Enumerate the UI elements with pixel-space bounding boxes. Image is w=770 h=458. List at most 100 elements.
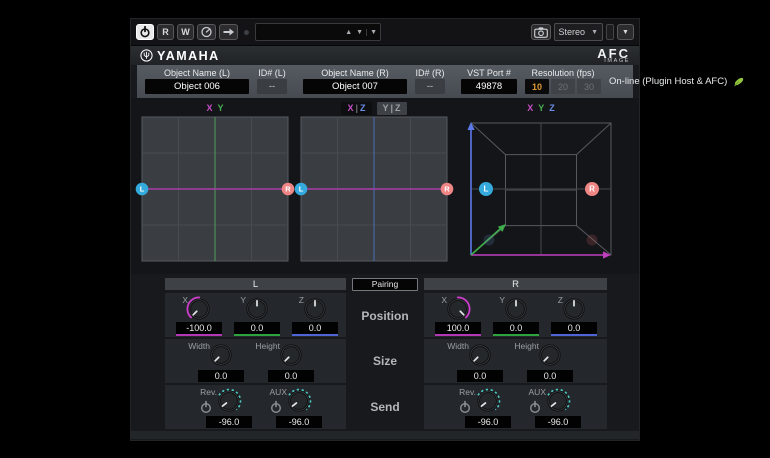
knob-dial[interactable] bbox=[503, 296, 529, 322]
resolution-20-button[interactable]: 20 bbox=[551, 79, 575, 94]
knob-r-width[interactable]: Width 0.0 bbox=[445, 339, 515, 383]
knob-value[interactable]: -96.0 bbox=[206, 416, 252, 428]
knob-dial[interactable] bbox=[278, 342, 304, 368]
knob-l-position-z[interactable]: Z 0.0 bbox=[286, 293, 344, 337]
knob-value[interactable]: 0.0 bbox=[234, 322, 280, 336]
snapshot-button[interactable] bbox=[531, 24, 551, 40]
object-name-r-label: Object Name (R) bbox=[321, 68, 389, 78]
vst-port-group: VST Port # 49878 bbox=[461, 67, 517, 96]
id-l-label: ID# (L) bbox=[258, 68, 286, 78]
left-size-row: Width 0.0 Height 0.0 bbox=[165, 339, 346, 383]
marker-l[interactable]: L bbox=[136, 183, 149, 196]
tab-yz[interactable]: Y | Z bbox=[377, 102, 407, 115]
knob-value[interactable]: -96.0 bbox=[465, 416, 511, 428]
knob-dial[interactable] bbox=[561, 296, 587, 322]
left-position-row: X -100.0 Y 0.0 Z 0.0 bbox=[165, 293, 346, 337]
preset-name-field[interactable]: ▲ ▼ ▼ bbox=[255, 23, 381, 41]
knob-dial[interactable] bbox=[545, 388, 571, 414]
knob-dial[interactable] bbox=[244, 296, 270, 322]
resolution-group: Resolution (fps) 10 20 30 bbox=[525, 67, 601, 96]
preset-prev-icon[interactable]: ▲ bbox=[343, 29, 354, 36]
knob-value[interactable]: -100.0 bbox=[176, 322, 222, 336]
knob-l-width[interactable]: Width 0.0 bbox=[186, 339, 256, 383]
preset-next-icon[interactable]: ▼ bbox=[354, 29, 365, 36]
knob-l-height[interactable]: Height 0.0 bbox=[256, 339, 326, 383]
knob-r-position-y[interactable]: Y 0.0 bbox=[487, 293, 545, 337]
xyz-3d-view[interactable]: L R bbox=[457, 116, 625, 262]
knob-dial[interactable] bbox=[186, 296, 212, 322]
svg-text:L: L bbox=[484, 185, 489, 194]
right-object-controls: R X 100.0 Y 0.0 Z 0.0 bbox=[424, 278, 607, 431]
knob-value[interactable]: 100.0 bbox=[435, 322, 481, 336]
desktop-background: R W ▲ ▼ ▼ bbox=[0, 0, 770, 458]
view-xy-tab[interactable]: X Y bbox=[139, 100, 291, 116]
knob-value[interactable]: 0.0 bbox=[551, 322, 597, 336]
knob-l-aux-send[interactable]: AUX -96.0 bbox=[256, 385, 326, 429]
knob-l-position-x[interactable]: X -100.0 bbox=[170, 293, 228, 337]
power-toggle-icon[interactable] bbox=[458, 400, 472, 414]
marker-r[interactable]: R bbox=[282, 183, 295, 196]
view-xyz-label: X Y Z bbox=[457, 100, 625, 116]
knob-dial[interactable] bbox=[302, 296, 328, 322]
switch-ab-button[interactable] bbox=[219, 24, 238, 40]
knob-r-position-x[interactable]: X 100.0 bbox=[429, 293, 487, 337]
resolution-10-button[interactable]: 10 bbox=[525, 79, 549, 94]
knob-dial[interactable] bbox=[216, 388, 242, 414]
xz-grid[interactable]: L R bbox=[298, 116, 450, 262]
knob-dial[interactable] bbox=[467, 342, 493, 368]
xy-grid[interactable]: L R bbox=[139, 116, 291, 262]
knob-value[interactable]: 0.0 bbox=[457, 370, 503, 382]
marker-l[interactable]: L bbox=[295, 183, 308, 196]
knob-value[interactable]: 0.0 bbox=[527, 370, 573, 382]
power-icon bbox=[139, 26, 151, 38]
knob-dial[interactable] bbox=[208, 342, 234, 368]
bypass-button[interactable] bbox=[136, 24, 154, 40]
preset-dropdown-icon[interactable]: ▼ bbox=[366, 29, 377, 36]
camera-icon bbox=[534, 27, 548, 38]
knob-r-rev-send[interactable]: Rev. -96.0 bbox=[445, 385, 515, 429]
online-status: On-line (Plugin Host & AFC) bbox=[609, 67, 745, 96]
knob-dial[interactable] bbox=[537, 342, 563, 368]
tab-xz[interactable]: X | Z bbox=[341, 102, 371, 115]
power-toggle-icon[interactable] bbox=[528, 400, 542, 414]
knob-r-aux-send[interactable]: AUX -96.0 bbox=[515, 385, 585, 429]
object-name-r-field[interactable]: Object 007 bbox=[303, 79, 407, 94]
knob-dial[interactable] bbox=[286, 388, 312, 414]
knob-r-height[interactable]: Height 0.0 bbox=[515, 339, 585, 383]
knob-value[interactable]: -96.0 bbox=[535, 416, 581, 428]
arrow-right-icon bbox=[222, 27, 235, 37]
preset-modified-led bbox=[244, 30, 249, 35]
knob-dial[interactable] bbox=[475, 388, 501, 414]
knob-l-position-y[interactable]: Y 0.0 bbox=[228, 293, 286, 337]
read-automation-button[interactable]: R bbox=[157, 24, 174, 40]
knob-value[interactable]: -96.0 bbox=[276, 416, 322, 428]
tuning-fork-icon bbox=[140, 49, 153, 62]
knob-label: Rev. bbox=[459, 387, 476, 397]
id-l-group: ID# (L) -- bbox=[257, 67, 287, 96]
knob-label: Width bbox=[447, 341, 469, 351]
send-section-label: Send bbox=[348, 385, 422, 429]
toolbar-menu-button[interactable]: ▼ bbox=[617, 24, 634, 40]
knob-value[interactable]: 0.0 bbox=[292, 322, 338, 336]
power-toggle-icon[interactable] bbox=[269, 400, 283, 414]
vst-port-field[interactable]: 49878 bbox=[461, 79, 517, 94]
jog-dial-icon bbox=[200, 26, 213, 38]
power-toggle-icon[interactable] bbox=[199, 400, 213, 414]
marker-r[interactable]: R bbox=[585, 182, 599, 196]
marker-r[interactable]: R bbox=[441, 183, 454, 196]
resolution-30-button[interactable]: 30 bbox=[577, 79, 601, 94]
write-automation-button[interactable]: W bbox=[177, 24, 194, 40]
knob-label: Rev. bbox=[200, 387, 217, 397]
knob-value[interactable]: 0.0 bbox=[493, 322, 539, 336]
output-config-select[interactable]: Stereo ▼ bbox=[554, 23, 603, 41]
marker-l[interactable]: L bbox=[479, 182, 493, 196]
object-name-l-field[interactable]: Object 006 bbox=[145, 79, 249, 94]
control-panel: L X -100.0 Y 0.0 Z 0.0 bbox=[131, 274, 639, 431]
knob-value[interactable]: 0.0 bbox=[198, 370, 244, 382]
pairing-button[interactable]: Pairing bbox=[352, 278, 418, 291]
knob-dial[interactable] bbox=[445, 296, 471, 322]
knob-r-position-z[interactable]: Z 0.0 bbox=[545, 293, 603, 337]
knob-l-rev-send[interactable]: Rev. -96.0 bbox=[186, 385, 256, 429]
knob-value[interactable]: 0.0 bbox=[268, 370, 314, 382]
jog-dial-button[interactable] bbox=[197, 24, 216, 40]
